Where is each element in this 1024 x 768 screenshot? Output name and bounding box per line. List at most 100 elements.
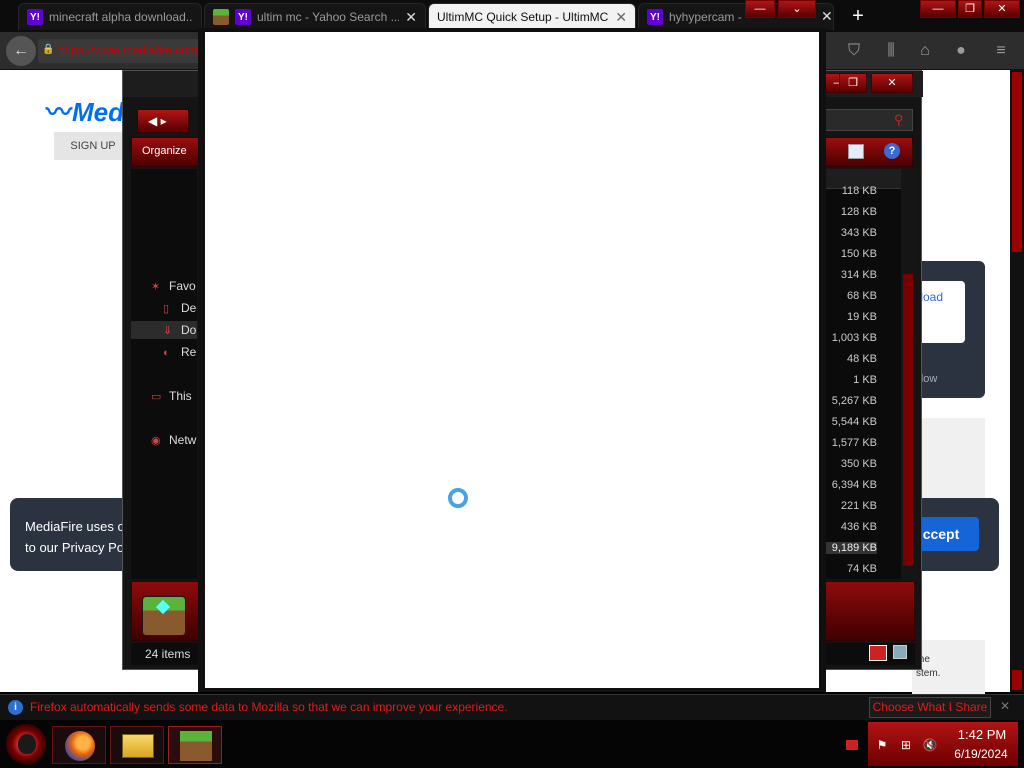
pocket-icon[interactable]: ⛉ [843, 40, 865, 62]
nav-favorites[interactable]: ✶ Favo [151, 279, 196, 293]
taskbar-firefox[interactable] [52, 726, 106, 764]
minimize-button[interactable]: — [745, 0, 775, 18]
search-icon: ⚲ [894, 112, 904, 127]
lock-icon: 🔒 [42, 44, 55, 55]
notification-text: Firefox automatically sends some data to… [30, 700, 508, 714]
menu-icon[interactable]: ≡ [990, 40, 1012, 62]
view-pane-icon[interactable] [848, 144, 864, 159]
window-minimize-button[interactable]: — [920, 0, 956, 18]
size-cell[interactable]: 68 KB [817, 290, 877, 302]
tab-title: minecraft alpha download... [49, 10, 193, 24]
size-cell-selected[interactable]: 9,189 KB [817, 542, 877, 554]
size-cell[interactable]: 314 KB [817, 269, 877, 281]
maximize-button[interactable]: ⌄ [778, 0, 816, 18]
minecraft-icon [180, 731, 212, 761]
tab-title: ultim mc - Yahoo Search ... [257, 10, 400, 24]
tray-icon[interactable] [846, 740, 858, 750]
taskbar-file-explorer[interactable] [110, 726, 164, 764]
new-tab-button[interactable]: + [846, 4, 870, 28]
start-button[interactable] [6, 724, 46, 764]
size-cell[interactable]: 1,003 KB [817, 332, 877, 344]
size-cell[interactable]: 343 KB [817, 227, 877, 239]
network-icon[interactable]: ⊞ [898, 738, 914, 752]
maximize-button[interactable]: ❐ [839, 73, 867, 93]
nav-desktop[interactable]: ▯ De [163, 301, 196, 315]
back-button[interactable]: ← [6, 36, 36, 66]
flag-icon[interactable]: ⚑ [874, 738, 890, 752]
size-cell[interactable]: 128 KB [817, 206, 877, 218]
downloads-icon: ⇓ [163, 325, 173, 337]
organize-button[interactable]: Organize [142, 145, 187, 157]
firefox-icon [65, 731, 95, 761]
computer-icon: ▭ [151, 391, 162, 403]
size-cell[interactable]: 221 KB [817, 500, 877, 512]
yahoo-icon: Y! [647, 9, 663, 25]
recent-icon: ◐ [163, 347, 170, 359]
scrollbar-arrow[interactable] [1012, 670, 1022, 690]
alienware-icon [18, 734, 36, 754]
size-cell[interactable]: 118 KB [817, 185, 877, 197]
size-cell[interactable]: 5,267 KB [817, 395, 877, 407]
size-cell[interactable]: 48 KB [817, 353, 877, 365]
info-icon: i [8, 700, 23, 715]
cookie-text-line1: MediaFire uses co [25, 519, 132, 534]
yahoo-icon: Y! [235, 9, 251, 25]
network-icon: ◉ [151, 435, 161, 447]
size-cell[interactable]: 19 KB [817, 311, 877, 323]
close-tab-icon[interactable]: ✕ [821, 8, 833, 25]
volume-muted-icon[interactable]: 🔇 [922, 738, 938, 752]
size-cell[interactable]: 74 KB [817, 563, 877, 575]
taskbar-ultimmc[interactable] [168, 726, 222, 764]
tab-ultim-mc-search[interactable]: Y! ultim mc - Yahoo Search ... ✕ [204, 3, 426, 30]
search-input[interactable]: ⚲ [823, 109, 913, 131]
minecraft-icon [213, 9, 229, 25]
desktop-icon: ▯ [163, 303, 170, 315]
navigation-pane: ✶ Favo ▯ De ⇓ Do ◐ Re ▭ This ◉ Netw [131, 169, 197, 579]
close-tab-icon[interactable]: ✕ [405, 9, 417, 26]
close-button[interactable]: ✕ [871, 73, 913, 93]
system-tray: ⚑ ⊞ 🔇 1:42 PM 6/19/2024 [868, 722, 1018, 766]
help-icon[interactable]: ? [884, 143, 900, 159]
url-bar[interactable]: 🔒 https://www.mediafire.com [38, 39, 208, 63]
close-icon[interactable]: ✕ [1000, 699, 1010, 713]
nav-downloads[interactable]: ⇓ Do [163, 323, 196, 337]
tab-ultimmc-setup[interactable]: UltimMC Quick Setup - UltimMC 5 ✕ [428, 3, 636, 30]
chat-icon[interactable]: ● [950, 40, 972, 62]
mediafire-flame-icon: 〰 [46, 97, 73, 127]
clock-time[interactable]: 1:42 PM [952, 727, 1012, 742]
back-button[interactable]: ◀ ▸ [137, 109, 189, 133]
library-icon[interactable]: ⫼ [880, 40, 902, 62]
nav-recent[interactable]: ◐ Re [163, 345, 196, 359]
notification-bar: i Firefox automatically sends some data … [0, 694, 1024, 720]
size-cell[interactable]: 350 KB [817, 458, 877, 470]
item-count: 24 items [145, 647, 191, 661]
url-text: https://www.mediafire.com [58, 43, 199, 57]
tab-minecraft-alpha[interactable]: Y! minecraft alpha download... [18, 3, 202, 30]
cookie-text: MediaFire uses co to our Privacy Poli [25, 516, 131, 558]
details-view-icon[interactable] [869, 645, 887, 661]
size-cell[interactable]: 1,577 KB [817, 437, 877, 449]
size-cell[interactable]: 150 KB [817, 248, 877, 260]
scrollbar-thumb[interactable] [903, 274, 913, 566]
size-cell[interactable]: 6,394 KB [817, 479, 877, 491]
explorer-scrollbar[interactable] [901, 169, 915, 581]
yahoo-icon: Y! [27, 9, 43, 25]
clock-date[interactable]: 6/19/2024 [948, 747, 1014, 761]
size-cell[interactable]: 5,544 KB [817, 416, 877, 428]
loading-spinner-icon [448, 488, 468, 508]
page-scrollbar[interactable] [1010, 70, 1024, 692]
window-close-button[interactable]: ✕ [984, 0, 1020, 18]
cookie-text-line2: to our Privacy Poli [25, 540, 130, 555]
close-tab-icon[interactable]: ✕ [615, 9, 627, 26]
size-cell[interactable]: 436 KB [817, 521, 877, 533]
signup-button[interactable]: SIGN UP [54, 132, 132, 160]
scrollbar-thumb[interactable] [1012, 72, 1022, 252]
size-cell[interactable]: 1 KB [817, 374, 877, 386]
thumbnail-view-icon[interactable] [893, 645, 907, 659]
home-icon[interactable]: ⌂ [914, 40, 936, 62]
nav-network[interactable]: ◉ Netw [151, 433, 196, 447]
window-restore-button[interactable]: ❐ [958, 0, 982, 18]
nav-this-pc[interactable]: ▭ This [151, 389, 192, 403]
choose-what-i-share-button[interactable]: Choose What I Share [869, 697, 991, 718]
ultimmc-setup-dialog [198, 28, 826, 692]
